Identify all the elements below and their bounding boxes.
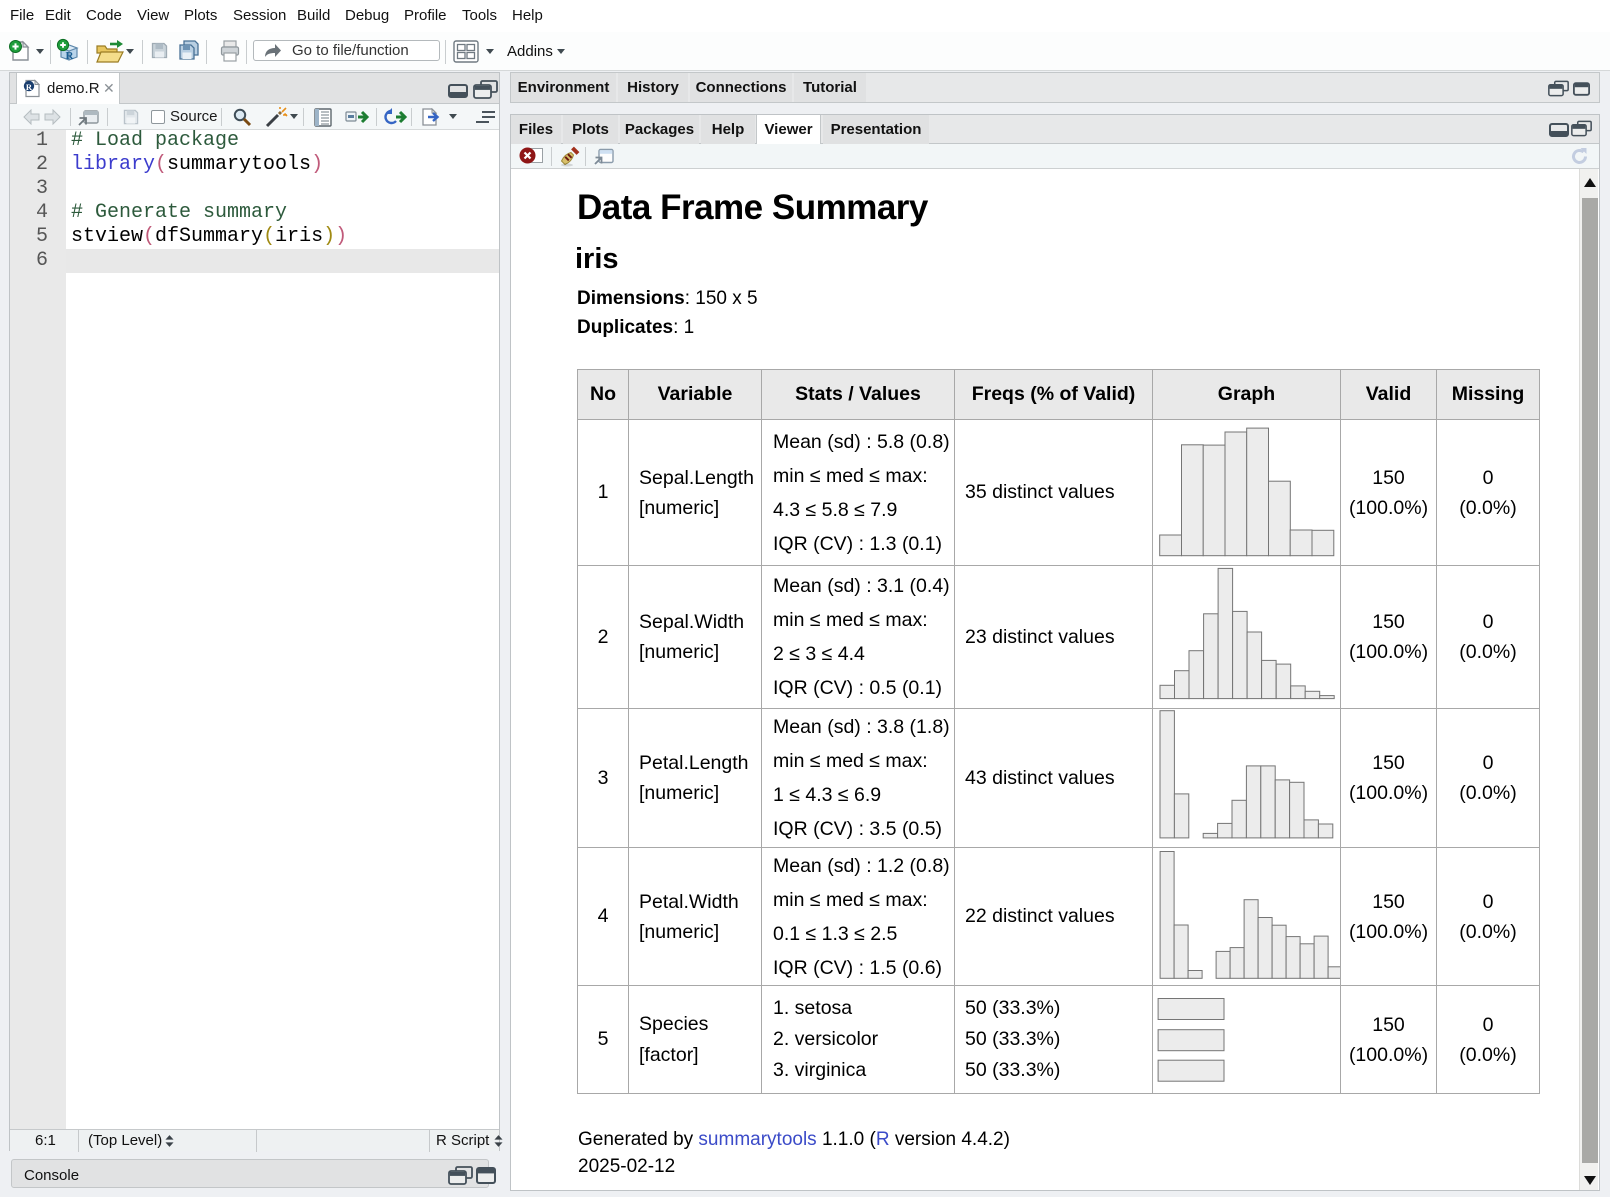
svg-text:R: R: [26, 82, 33, 92]
svg-text:R: R: [66, 50, 75, 62]
